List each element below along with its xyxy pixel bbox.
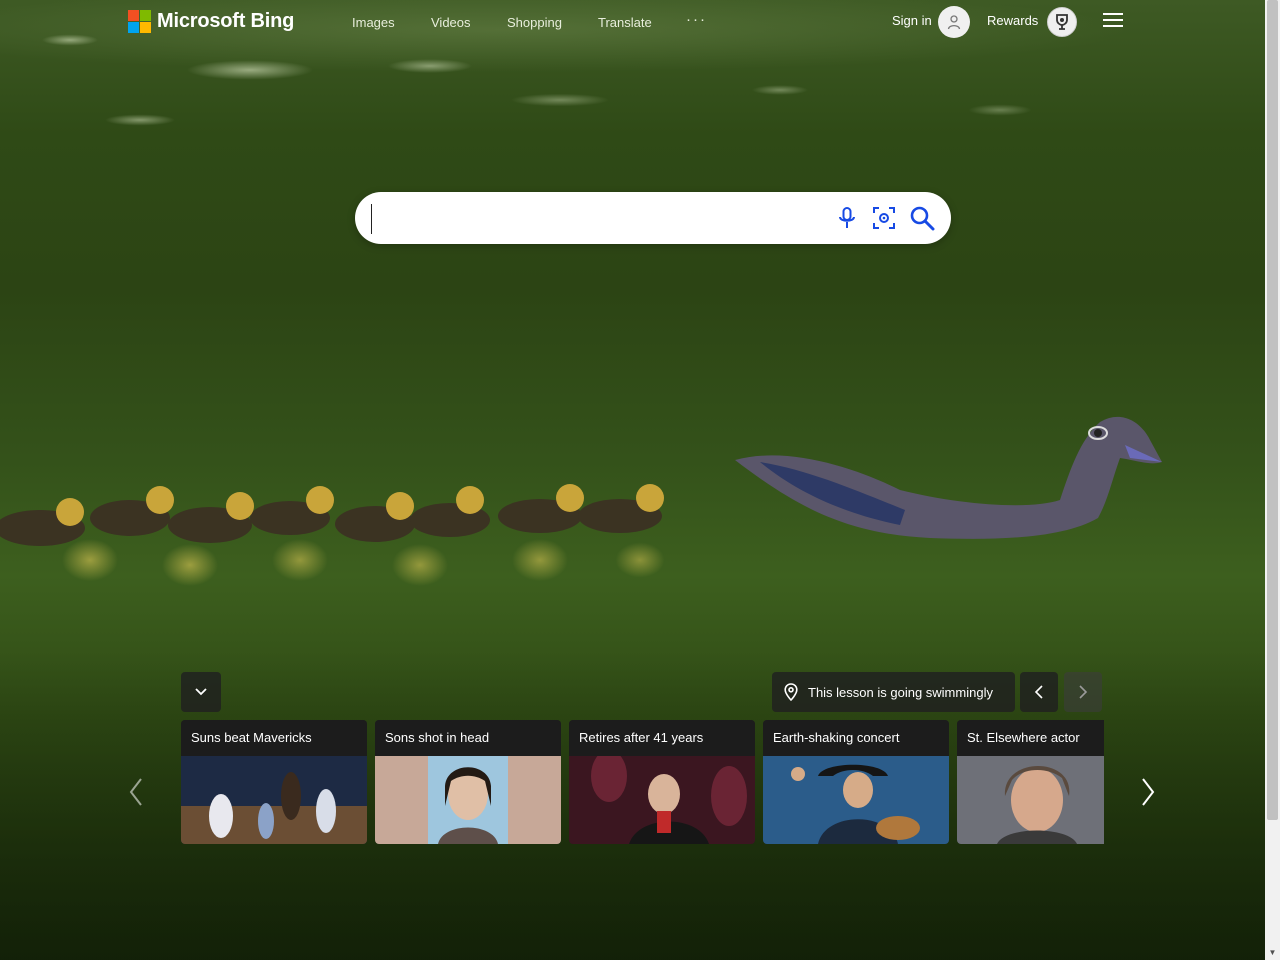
nav-translate[interactable]: Translate bbox=[598, 15, 652, 30]
news-thumbnail bbox=[569, 756, 755, 844]
microphone-icon bbox=[839, 207, 855, 228]
news-card[interactable]: Earth-shaking concert bbox=[763, 720, 949, 844]
chevron-down-icon bbox=[195, 688, 207, 696]
news-thumbnail bbox=[763, 756, 949, 844]
mother-duck bbox=[735, 416, 1162, 539]
search-box bbox=[355, 192, 951, 244]
news-card[interactable]: Suns beat Mavericks bbox=[181, 720, 367, 844]
menu-button[interactable] bbox=[1103, 13, 1123, 29]
collapse-button[interactable] bbox=[181, 672, 221, 712]
news-card-title: St. Elsewhere actor bbox=[957, 720, 1104, 756]
chevron-left-icon bbox=[1034, 685, 1043, 699]
microsoft-logo-icon bbox=[128, 10, 151, 33]
news-thumbnail bbox=[957, 756, 1104, 844]
visual-search-button[interactable] bbox=[870, 204, 898, 232]
rewards-badge[interactable] bbox=[1047, 7, 1077, 37]
menu-line bbox=[1103, 25, 1123, 27]
news-card-title: Sons shot in head bbox=[375, 720, 561, 756]
nav-videos[interactable]: Videos bbox=[431, 15, 471, 30]
location-pin-icon bbox=[784, 683, 798, 701]
news-card-title: Suns beat Mavericks bbox=[181, 720, 367, 756]
search-icon bbox=[910, 206, 935, 231]
logo-text: Microsoft Bing bbox=[157, 10, 295, 32]
search-input[interactable] bbox=[371, 204, 818, 234]
carousel-next-button[interactable] bbox=[1133, 776, 1163, 808]
next-image-button[interactable] bbox=[1064, 672, 1102, 712]
menu-line bbox=[1103, 13, 1123, 15]
menu-line bbox=[1103, 19, 1123, 21]
chevron-right-icon bbox=[1079, 685, 1088, 699]
news-card-title: Earth-shaking concert bbox=[763, 720, 949, 756]
nav-images[interactable]: Images bbox=[352, 15, 395, 30]
search-button[interactable] bbox=[908, 204, 936, 232]
avatar[interactable] bbox=[938, 6, 970, 38]
news-card[interactable]: Retires after 41 years bbox=[569, 720, 755, 844]
bing-logo[interactable]: Microsoft Bing bbox=[128, 10, 294, 33]
news-thumbnail bbox=[375, 756, 561, 844]
nav-shopping[interactable]: Shopping bbox=[507, 15, 562, 30]
news-card[interactable]: St. Elsewhere actor bbox=[957, 720, 1104, 844]
nav-more[interactable]: ··· bbox=[686, 11, 707, 28]
chevron-right-icon bbox=[1142, 778, 1155, 806]
previous-image-button[interactable] bbox=[1020, 672, 1058, 712]
rewards-trophy-icon bbox=[1056, 14, 1068, 30]
user-icon bbox=[947, 15, 961, 30]
scrollbar[interactable]: ▲ ▼ bbox=[1265, 0, 1280, 960]
sign-in-link[interactable]: Sign in bbox=[892, 13, 932, 28]
news-card-title: Retires after 41 years bbox=[569, 720, 755, 756]
voice-search-button[interactable] bbox=[833, 204, 861, 232]
news-card[interactable]: Sons shot in head bbox=[375, 720, 561, 844]
scroll-thumb[interactable] bbox=[1267, 0, 1278, 820]
scroll-down-arrow-icon[interactable]: ▼ bbox=[1265, 946, 1280, 960]
chevron-left-icon bbox=[129, 778, 142, 806]
caption-text: This lesson is going swimmingly bbox=[808, 684, 993, 700]
news-thumbnail bbox=[181, 756, 367, 844]
news-carousel: Suns beat Mavericks Sons shot in head Re… bbox=[181, 720, 1104, 844]
visual-search-icon bbox=[873, 207, 895, 229]
rewards-link[interactable]: Rewards bbox=[987, 13, 1038, 28]
carousel-prev-button[interactable] bbox=[121, 776, 151, 808]
image-caption[interactable]: This lesson is going swimmingly bbox=[772, 672, 1015, 712]
ducks-illustration bbox=[0, 416, 1162, 546]
